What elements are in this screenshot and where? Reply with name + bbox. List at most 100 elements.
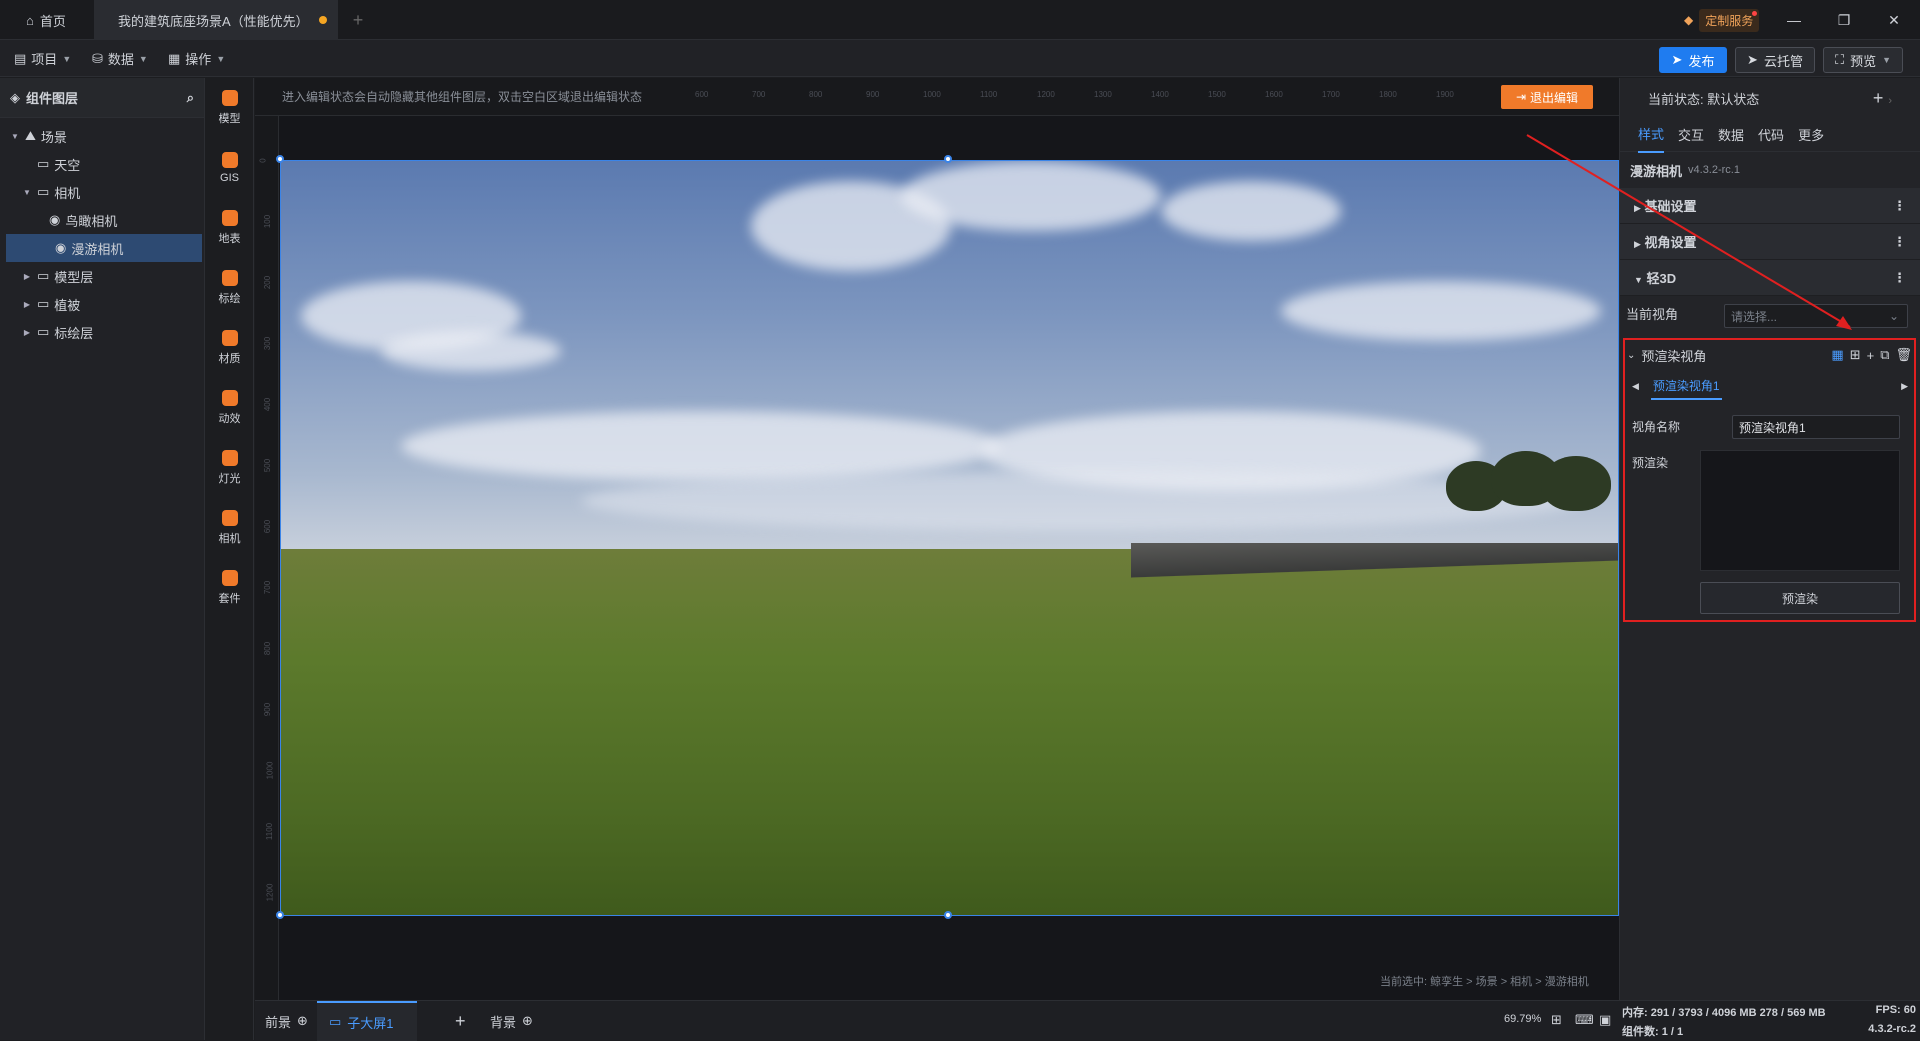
layer-item[interactable]: ▶ ▭ 植被 <box>0 290 204 318</box>
layer-item[interactable]: ▶ ▭ 模型层 <box>0 262 204 290</box>
layer-item[interactable]: ▼ ⛰ 场景 <box>0 122 204 150</box>
ruler-tick: 400 <box>263 397 273 412</box>
exit-edit-button[interactable]: ⇥ 退出编辑 <box>1501 85 1593 109</box>
library-item[interactable]: GIS <box>206 138 253 198</box>
layer-item[interactable]: ▶ ▭ 标绘层 <box>0 318 204 346</box>
tab-4[interactable]: 更多 <box>1798 125 1824 144</box>
fit-screen-icon[interactable]: ⊞ <box>1551 1012 1562 1028</box>
layer-item[interactable]: ◉ 漫游相机 <box>6 234 202 262</box>
library-icon <box>221 90 238 106</box>
library-item[interactable]: 套件 <box>206 558 253 618</box>
search-icon[interactable]: ⌕ <box>187 90 194 106</box>
component-library-bar: 模型 GIS 地表 标绘 材质动效灯光相机套件 <box>206 78 254 1040</box>
sub-screen-label: 子大屏1 <box>347 1015 394 1031</box>
chevron-down-icon: ▼ <box>138 53 148 64</box>
expand-arrow-icon[interactable]: ▶ <box>22 300 32 309</box>
library-label: 灯光 <box>218 473 241 485</box>
add-circle-icon[interactable]: ⊕ <box>522 1013 533 1029</box>
layer-item-label: 植被 <box>54 297 81 313</box>
layer-item[interactable]: ▼ ▭ 相机 <box>0 178 204 206</box>
ruler-tick: 1700 <box>1322 90 1340 99</box>
home-icon: ⌂ <box>26 12 34 28</box>
terminal-icon[interactable]: ▣ <box>1599 1012 1611 1028</box>
ruler-tick: 0 <box>258 158 268 163</box>
scene-icon: ⛰ <box>25 128 36 143</box>
close-button[interactable]: ✕ <box>1882 8 1906 32</box>
tab-2[interactable]: 数据 <box>1718 125 1744 144</box>
ruler-tick: 900 <box>866 90 880 99</box>
resize-handle[interactable] <box>276 911 284 919</box>
chevron-down-icon: ▼ <box>1882 55 1892 65</box>
tab-background[interactable]: 背景 ⊕ <box>490 1001 533 1041</box>
more-vertical-icon[interactable]: ⋮ <box>1893 234 1906 250</box>
expand-arrow-icon[interactable]: ▼ <box>22 188 32 197</box>
menu-operate[interactable]: ▦ 操作 ▼ <box>168 40 225 77</box>
section-view[interactable]: ▶ 视角设置 ⋮ <box>1620 224 1920 260</box>
minimize-button[interactable]: — <box>1782 8 1806 32</box>
resize-handle[interactable] <box>944 911 952 919</box>
tab-sub-screen[interactable]: ▭ 子大屏1 <box>317 1001 417 1041</box>
app-version: 4.3.2-rc.2 <box>1868 1023 1916 1035</box>
ruler-tick: 1500 <box>1208 90 1226 99</box>
library-item[interactable]: 标绘 <box>206 258 253 318</box>
ruler-tick: 500 <box>263 458 273 473</box>
folder-icon: ▭ <box>37 184 50 199</box>
publish-button[interactable]: ➤ 发布 <box>1659 47 1727 73</box>
library-label: 动效 <box>218 413 241 425</box>
add-tab-button[interactable]: + <box>346 0 370 40</box>
library-item[interactable]: 材质 <box>206 318 253 378</box>
tab-1[interactable]: 交互 <box>1678 125 1704 144</box>
expand-arrow-icon[interactable]: ▶ <box>22 328 32 337</box>
tab-3[interactable]: 代码 <box>1758 125 1784 144</box>
camera-icon: ◉ <box>49 212 61 227</box>
library-item[interactable]: 相机 <box>206 498 253 558</box>
expand-arrow-icon[interactable]: ▼ <box>10 132 20 141</box>
layer-item[interactable]: ◉ 鸟瞰相机 <box>0 206 204 234</box>
library-item[interactable]: 地表 <box>206 198 253 258</box>
more-vertical-icon[interactable]: ⋮ <box>1893 198 1906 214</box>
layer-item-label: 标绘层 <box>54 325 94 341</box>
add-screen-button[interactable]: + <box>455 1001 466 1041</box>
database-icon: ⛁ <box>92 50 103 66</box>
tab-project[interactable]: 我的建筑底座场景A（性能优先） <box>94 0 338 40</box>
resize-handle[interactable] <box>276 155 284 163</box>
library-item[interactable]: 动效 <box>206 378 253 438</box>
custom-service-button[interactable]: ◆ 定制服务 <box>1684 8 1760 32</box>
more-vertical-icon[interactable]: ⋮ <box>1893 270 1906 286</box>
ruler-tick: 900 <box>263 702 273 717</box>
exit-edit-label: 退出编辑 <box>1530 90 1579 105</box>
library-icon <box>221 152 238 168</box>
tab-home[interactable]: ⌂ 首页 <box>0 0 92 40</box>
layer-item[interactable]: ▭ 天空 <box>0 150 204 178</box>
layer-item-label: 漫游相机 <box>71 241 124 257</box>
menu-project[interactable]: ▤ 项目 ▼ <box>14 40 71 77</box>
menu-data[interactable]: ⛁ 数据 ▼ <box>92 40 148 77</box>
keyboard-icon[interactable]: ⌨ <box>1575 1012 1594 1028</box>
add-circle-icon[interactable]: ⊕ <box>297 1013 308 1029</box>
cloud-hosting-button[interactable]: ➤ 云托管 <box>1735 47 1815 73</box>
section-view-label: 视角设置 <box>1644 235 1697 250</box>
tab-project-label: 我的建筑底座场景A（性能优先） <box>118 13 309 29</box>
screen-icon: ▭ <box>329 1014 342 1029</box>
library-icon <box>221 330 238 346</box>
library-item[interactable]: 灯光 <box>206 438 253 498</box>
add-state-icon[interactable]: + › <box>1873 88 1892 109</box>
resize-handle[interactable] <box>944 155 952 163</box>
ruler-tick: 1100 <box>265 822 275 841</box>
scene-viewport[interactable] <box>280 160 1619 916</box>
tab-foreground[interactable]: 前景 ⊕ <box>265 1001 308 1041</box>
section-basic[interactable]: ▶ 基础设置 ⋮ <box>1620 188 1920 224</box>
current-view-select[interactable]: 请选择... ⌄ <box>1724 304 1908 328</box>
library-icon <box>221 270 238 286</box>
section-light3d[interactable]: ▼ 轻3D ⋮ <box>1620 260 1920 296</box>
expand-arrow-icon[interactable]: ▶ <box>22 272 32 281</box>
library-label: 相机 <box>218 533 241 545</box>
library-item[interactable]: 模型 <box>206 78 253 138</box>
ruler-tick: 1900 <box>1436 90 1454 99</box>
preview-button[interactable]: ⛶ 预览 ▼ <box>1823 47 1903 73</box>
library-icon <box>221 390 238 406</box>
zoom-level[interactable]: 69.79% <box>1504 1013 1541 1025</box>
restore-button[interactable]: ❐ <box>1832 8 1856 32</box>
component-count: 组件数: 1 / 1 <box>1622 1026 1684 1038</box>
tab-0[interactable]: 样式 <box>1638 116 1665 153</box>
